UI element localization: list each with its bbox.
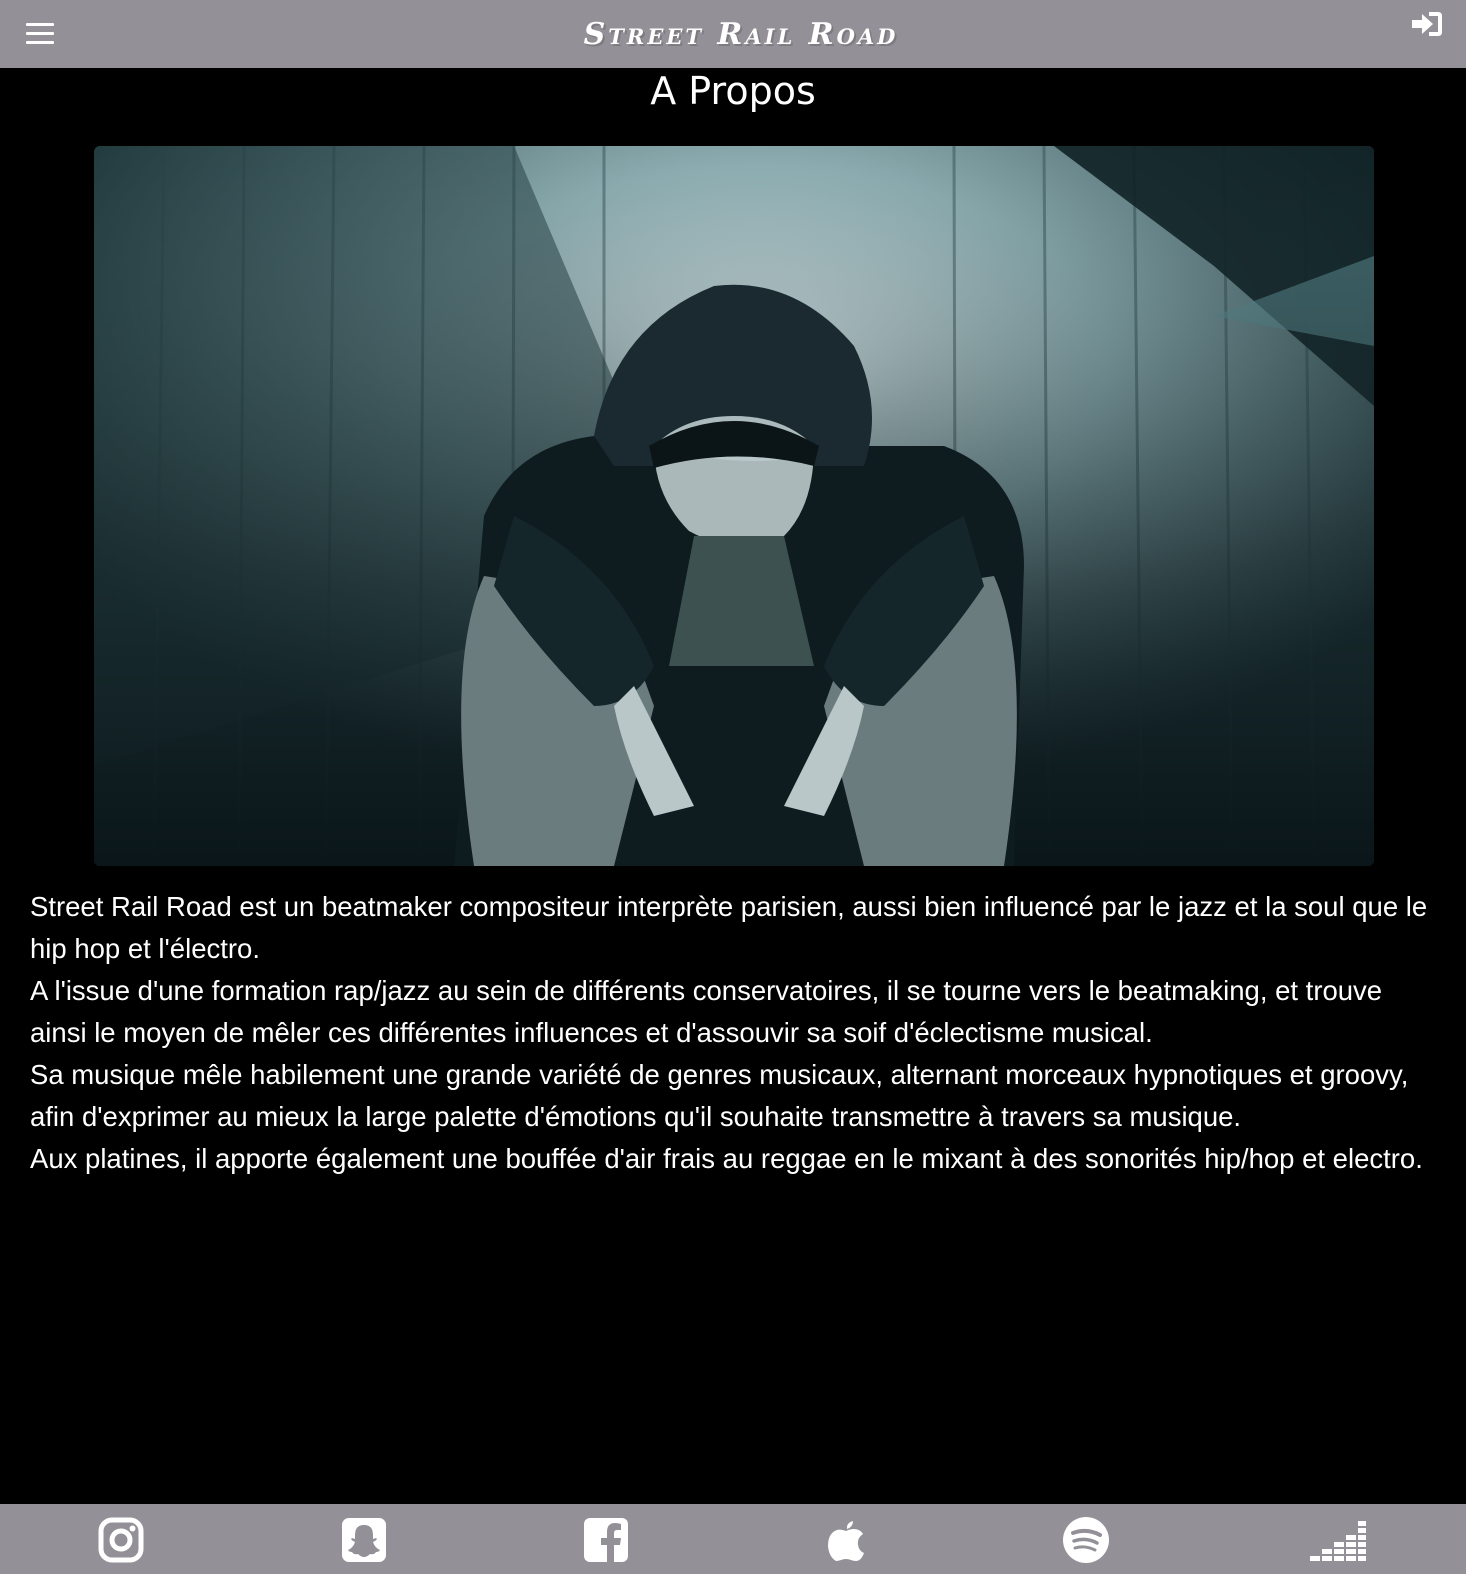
social-links-bar: [0, 1504, 1466, 1574]
bio-text: Street Rail Road est un beatmaker compos…: [30, 886, 1444, 1180]
bio-paragraph: Street Rail Road est un beatmaker compos…: [30, 891, 1428, 964]
bio-paragraph: Aux platines, il apporte également une b…: [30, 1143, 1423, 1174]
bio-paragraph: Sa musique mêle habilement une grande va…: [30, 1059, 1409, 1132]
instagram-icon[interactable]: [98, 1517, 144, 1563]
bio-paragraph: A l'issue d'une formation rap/jazz au se…: [30, 975, 1383, 1048]
top-navigation-bar: Street Rail Road: [0, 0, 1466, 68]
deezer-icon[interactable]: [1310, 1517, 1366, 1563]
hero-photo: [94, 146, 1374, 866]
facebook-icon[interactable]: [583, 1517, 629, 1563]
sign-in-icon[interactable]: [1410, 8, 1444, 40]
hamburger-menu-icon[interactable]: [26, 19, 56, 49]
apple-music-icon[interactable]: [823, 1517, 869, 1563]
spotify-icon[interactable]: [1063, 1517, 1109, 1563]
page-title: A Propos: [650, 69, 816, 113]
snapchat-icon[interactable]: [341, 1517, 387, 1563]
site-logo[interactable]: Street Rail Road: [536, 18, 946, 52]
